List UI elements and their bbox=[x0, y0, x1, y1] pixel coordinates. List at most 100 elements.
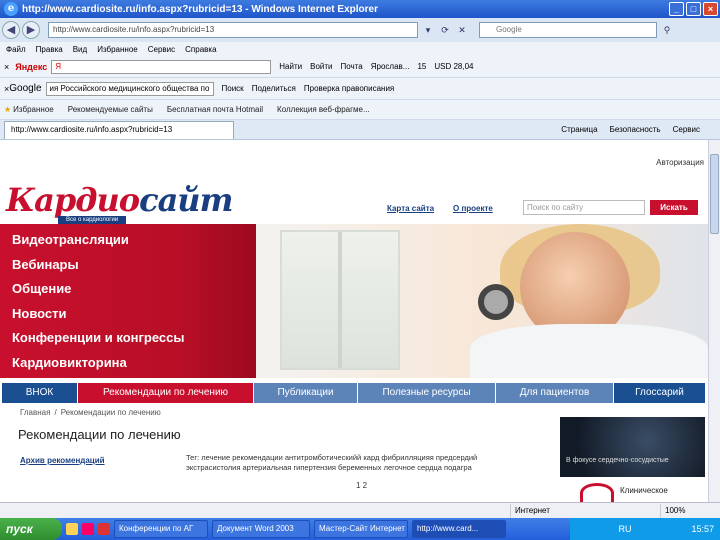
security-zone[interactable]: Интернет bbox=[510, 503, 660, 518]
favorites-bar: ★ Избранное Рекомендуемые сайты Бесплатна… bbox=[0, 100, 720, 120]
about-link[interactable]: О проекте bbox=[453, 204, 493, 213]
site-search-input[interactable]: Поиск по сайту bbox=[523, 200, 645, 215]
tab-patients[interactable]: Для пациентов bbox=[496, 383, 614, 403]
back-button[interactable]: ◀ bbox=[2, 21, 20, 39]
taskbar: пуск Конференции по АГ Документ Word 200… bbox=[0, 518, 720, 540]
tab-bar: http://www.cardiosite.ru/info.aspx?rubri… bbox=[0, 120, 720, 140]
yandex-rate[interactable]: USD 28,04 bbox=[434, 62, 473, 71]
stethoscope-icon bbox=[478, 284, 514, 320]
page-viewport: Авторизация Кардиосайт Все о кардиологии… bbox=[0, 140, 708, 502]
yandex-find-button[interactable]: Найти bbox=[279, 62, 302, 71]
hero-banner: Видеотрансляции Вебинары Общение Новости… bbox=[0, 224, 708, 378]
left-menu-item[interactable]: Кардиовикторина bbox=[0, 351, 256, 376]
pagination[interactable]: 1 2 bbox=[356, 481, 367, 490]
tags-description: Тег: лечение рекомендации антитромботиче… bbox=[186, 453, 478, 472]
google-share-button[interactable]: Поделиться bbox=[252, 84, 296, 93]
tab-publications[interactable]: Публикации bbox=[254, 383, 358, 403]
forward-button[interactable]: ▶ bbox=[22, 21, 40, 39]
favorite-item[interactable]: Рекомендуемые сайты bbox=[68, 105, 153, 114]
page-menu[interactable]: Страница bbox=[561, 125, 597, 134]
focus-banner[interactable]: В фокусе сердечно-сосудистые bbox=[560, 417, 705, 477]
system-tray: RU 15:57 bbox=[570, 518, 720, 540]
menu-edit[interactable]: Правка bbox=[36, 45, 63, 54]
tab-recommendations[interactable]: Рекомендации по лечению bbox=[78, 383, 254, 403]
taskbar-item[interactable]: Документ Word 2003 bbox=[212, 520, 310, 538]
menu-help[interactable]: Справка bbox=[185, 45, 216, 54]
menu-favorites[interactable]: Избранное bbox=[97, 45, 138, 54]
google-spellcheck-button[interactable]: Проверка правописания bbox=[304, 84, 394, 93]
tab-resources[interactable]: Полезные ресурсы bbox=[358, 383, 496, 403]
quicklaunch-icon[interactable] bbox=[98, 523, 110, 535]
page-title: Рекомендации по лечению bbox=[18, 427, 181, 442]
browser-tab[interactable]: http://www.cardiosite.ru/info.aspx?rubri… bbox=[4, 120, 234, 139]
left-menu: Видеотрансляции Вебинары Общение Новости… bbox=[0, 224, 256, 378]
refresh-icon[interactable]: ⟳ bbox=[438, 23, 452, 37]
tab-vnok[interactable]: ВНОК bbox=[2, 383, 78, 403]
vertical-scrollbar[interactable] bbox=[708, 140, 720, 502]
doctor-coat-image bbox=[470, 324, 708, 378]
security-menu[interactable]: Безопасность bbox=[610, 125, 661, 134]
favorites-button[interactable]: ★ Избранное bbox=[4, 105, 54, 114]
hero-window-image bbox=[280, 230, 400, 370]
google-toolbar: × Google ия Российского медицинского общ… bbox=[0, 78, 720, 100]
address-input[interactable]: http://www.cardiosite.ru/info.aspx?rubri… bbox=[48, 22, 418, 38]
yandex-temp: 15 bbox=[417, 62, 427, 71]
logo-subtitle: Все о кардиологии bbox=[58, 216, 127, 224]
google-search-button[interactable]: Поиск bbox=[222, 84, 244, 93]
left-menu-item[interactable]: Новости bbox=[0, 302, 256, 327]
logo-part-kardio: Кардио bbox=[6, 181, 140, 219]
stop-icon[interactable]: ✕ bbox=[455, 23, 469, 37]
star-icon: ★ bbox=[4, 105, 12, 114]
menu-view[interactable]: Вид bbox=[73, 45, 87, 54]
main-nav-tabs: ВНОК Рекомендации по лечению Публикации … bbox=[2, 383, 706, 403]
yandex-brand[interactable]: Яндекс bbox=[15, 62, 47, 72]
yandex-weather[interactable]: Ярослав... bbox=[371, 62, 410, 71]
google-search-input[interactable]: ия Российского медицинского общества по bbox=[45, 81, 214, 96]
menu-bar: Файл Правка Вид Избранное Сервис Справка bbox=[0, 42, 720, 56]
address-dropdown-icon[interactable]: ▾ bbox=[421, 23, 435, 37]
menu-tools[interactable]: Сервис bbox=[148, 45, 175, 54]
title-bar: e http://www.cardiosite.ru/info.aspx?rub… bbox=[0, 0, 720, 18]
left-menu-item[interactable]: Конференции и конгрессы bbox=[0, 326, 256, 351]
sitemap-link[interactable]: Карта сайта bbox=[387, 204, 434, 213]
search-icon[interactable]: ⚲ bbox=[660, 23, 674, 37]
scrollbar-thumb[interactable] bbox=[710, 154, 719, 234]
site-logo[interactable]: Кардиосайт bbox=[6, 181, 233, 219]
quicklaunch-icon[interactable] bbox=[66, 523, 78, 535]
yandex-close-icon[interactable]: × bbox=[4, 62, 9, 72]
close-button[interactable]: × bbox=[703, 2, 718, 16]
taskbar-item[interactable]: Мастер-Сайт Интернет bbox=[314, 520, 408, 538]
archive-link[interactable]: Архив рекомендаций bbox=[20, 456, 105, 465]
left-menu-item[interactable]: Видеотрансляции bbox=[0, 228, 256, 253]
breadcrumb-home[interactable]: Главная bbox=[20, 408, 50, 417]
favorite-item[interactable]: Бесплатная почта Hotmail bbox=[167, 105, 263, 114]
left-menu-item[interactable]: Общение bbox=[0, 277, 256, 302]
minimize-button[interactable]: _ bbox=[669, 2, 684, 16]
zoom-level[interactable]: 100% bbox=[660, 503, 720, 518]
window-title: http://www.cardiosite.ru/info.aspx?rubri… bbox=[22, 3, 378, 15]
google-brand[interactable]: Google bbox=[9, 83, 41, 94]
taskbar-item-active[interactable]: http://www.card... bbox=[412, 520, 506, 538]
left-menu-item[interactable]: Вебинары bbox=[0, 253, 256, 278]
search-input[interactable]: Google bbox=[479, 22, 657, 38]
yandex-toolbar: × Яндекс Я Найти Войти Почта Ярослав... … bbox=[0, 56, 720, 78]
yandex-search-input[interactable]: Я bbox=[51, 59, 272, 74]
clinical-link[interactable]: Клиническое bbox=[620, 486, 668, 495]
favorite-item[interactable]: Коллекция веб-фрагме... bbox=[277, 105, 370, 114]
quicklaunch-icon[interactable] bbox=[82, 523, 94, 535]
language-indicator[interactable]: RU bbox=[618, 524, 631, 534]
menu-file[interactable]: Файл bbox=[6, 45, 26, 54]
address-bar: ◀ ▶ http://www.cardiosite.ru/info.aspx?r… bbox=[0, 18, 720, 42]
heart-icon bbox=[580, 483, 614, 502]
clock[interactable]: 15:57 bbox=[691, 524, 714, 534]
yandex-login-button[interactable]: Войти bbox=[310, 62, 332, 71]
tools-menu[interactable]: Сервис bbox=[673, 125, 700, 134]
taskbar-item[interactable]: Конференции по АГ bbox=[114, 520, 208, 538]
breadcrumb-current: Рекомендации по лечению bbox=[60, 408, 161, 417]
tab-glossary[interactable]: Глоссарий bbox=[614, 383, 706, 403]
site-search-button[interactable]: Искать bbox=[650, 200, 698, 215]
start-button[interactable]: пуск bbox=[0, 518, 62, 540]
maximize-button[interactable]: □ bbox=[686, 2, 701, 16]
yandex-mail-button[interactable]: Почта bbox=[341, 62, 363, 71]
auth-link[interactable]: Авторизация bbox=[656, 158, 704, 167]
